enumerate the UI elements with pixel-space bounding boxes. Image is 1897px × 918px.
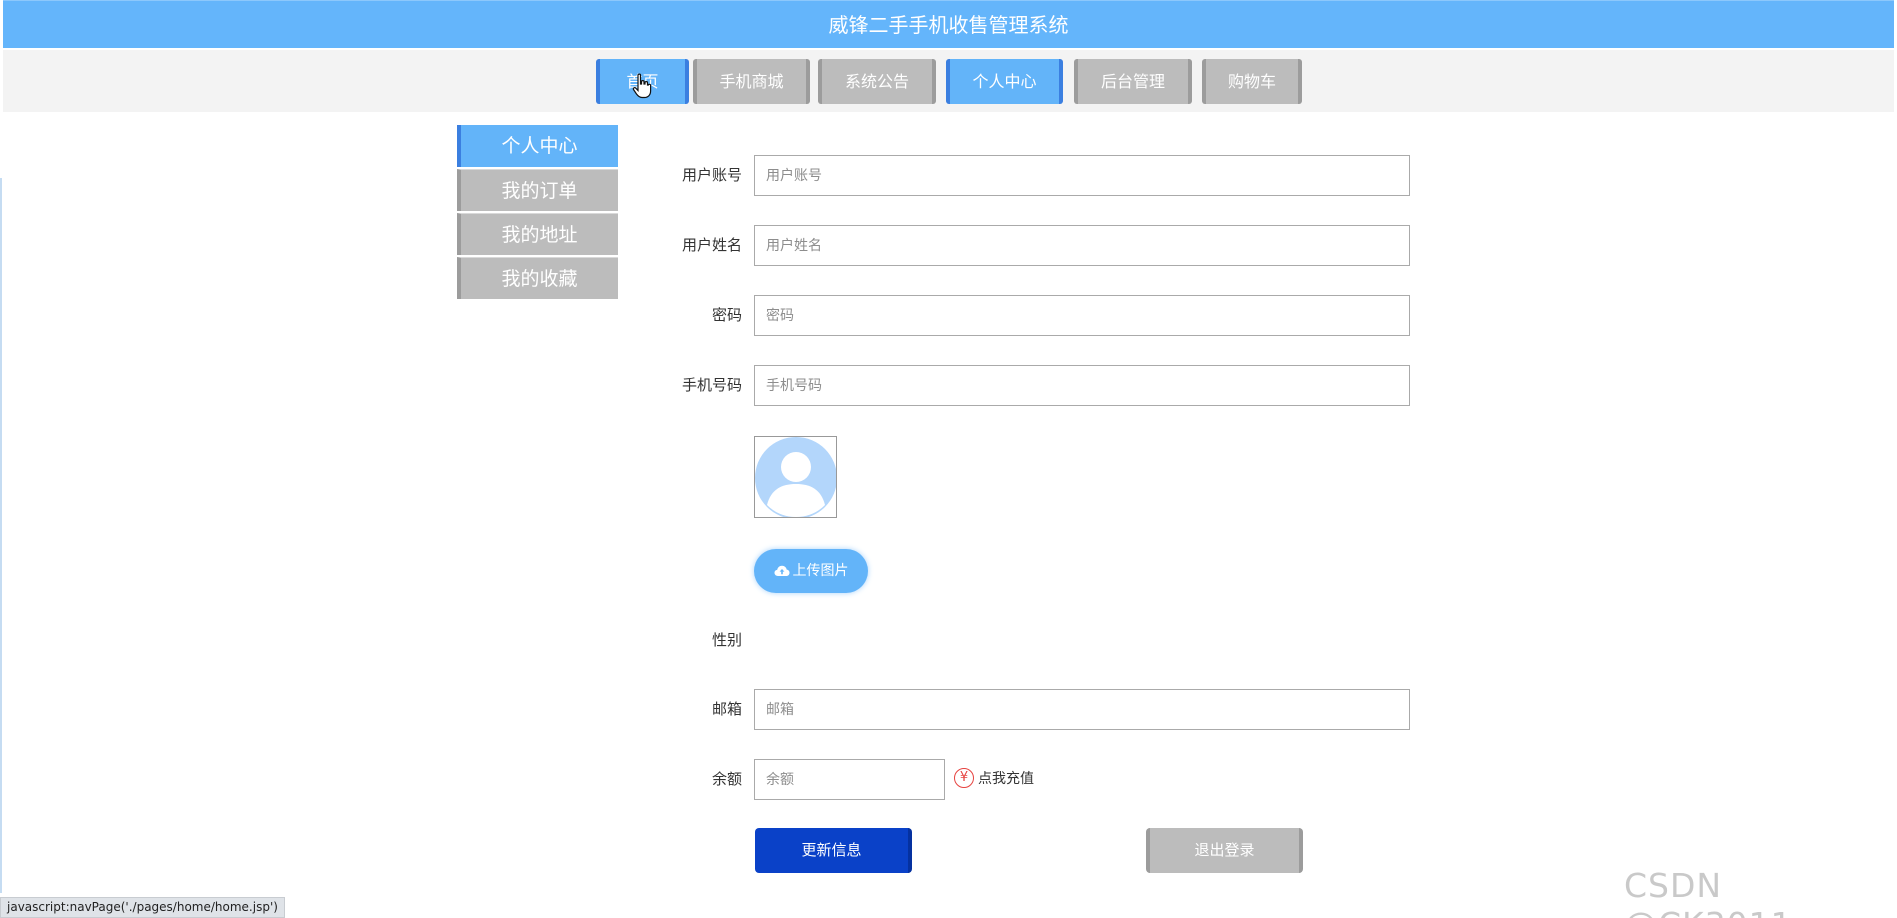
- upload-image-label: 上传图片: [792, 563, 849, 579]
- sidebar-item-my-orders[interactable]: 我的订单: [457, 169, 618, 211]
- window-edge: [0, 178, 2, 893]
- top-nav: 首页 手机商城 系统公告 个人中心 后台管理 购物车: [3, 50, 1894, 112]
- recharge-label: 点我充值: [978, 771, 1034, 787]
- phone-label: 手机号码: [681, 376, 742, 394]
- password-input[interactable]: [754, 295, 1410, 336]
- browser-status-bar: javascript:navPage('./pages/home/home.js…: [0, 897, 285, 918]
- account-label: 用户账号: [681, 166, 742, 184]
- default-user-avatar-icon: [755, 437, 836, 517]
- cloud-upload-icon: [774, 565, 789, 576]
- logout-button[interactable]: 退出登录: [1146, 828, 1303, 873]
- gender-label: 性别: [711, 631, 742, 649]
- page: 威锋二手手机收售管理系统 首页 手机商城 系统公告 个人中心 后台管理 购物车 …: [0, 0, 1897, 918]
- nav-item-phone-mall[interactable]: 手机商城: [693, 59, 810, 104]
- nav-item-personal-center[interactable]: 个人中心: [946, 59, 1063, 104]
- sidebar-item-my-favorites[interactable]: 我的收藏: [457, 257, 618, 299]
- yen-icon: ¥: [954, 768, 974, 788]
- name-label: 用户姓名: [681, 236, 742, 254]
- nav-item-admin[interactable]: 后台管理: [1074, 59, 1192, 104]
- sidebar-item-my-addresses[interactable]: 我的地址: [457, 213, 618, 255]
- name-input[interactable]: [754, 225, 1410, 266]
- watermark: CSDN @CK3011: [1624, 866, 1792, 918]
- balance-input[interactable]: [754, 759, 945, 800]
- email-label: 邮箱: [711, 700, 742, 718]
- account-input[interactable]: [754, 155, 1410, 196]
- password-label: 密码: [711, 306, 742, 324]
- nav-item-cart[interactable]: 购物车: [1202, 59, 1302, 104]
- upload-image-button[interactable]: 上传图片: [754, 549, 868, 593]
- recharge-link[interactable]: ¥ 点我充值: [954, 767, 1034, 789]
- update-info-button[interactable]: 更新信息: [755, 828, 912, 873]
- page-title: 威锋二手手机收售管理系统: [3, 0, 1894, 48]
- sidebar-item-personal-center[interactable]: 个人中心: [457, 125, 618, 167]
- nav-item-announcements[interactable]: 系统公告: [818, 59, 936, 104]
- balance-label: 余额: [711, 770, 742, 788]
- nav-item-home[interactable]: 首页: [596, 59, 689, 104]
- avatar: [754, 436, 837, 518]
- phone-input[interactable]: [754, 365, 1410, 406]
- email-input[interactable]: [754, 689, 1410, 730]
